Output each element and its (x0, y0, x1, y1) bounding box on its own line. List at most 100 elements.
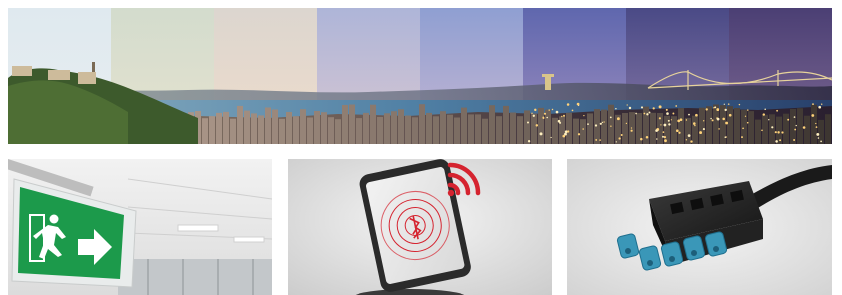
city-light (738, 103, 741, 106)
city-light (781, 131, 784, 134)
city-light (818, 105, 822, 109)
building (587, 113, 593, 144)
emergency-exit-sign-image (8, 159, 272, 295)
city-light (561, 115, 563, 118)
city-light (812, 103, 814, 105)
city-light (668, 123, 671, 126)
city-light (550, 136, 552, 139)
city-light (551, 108, 554, 111)
building (573, 118, 579, 144)
city-light (557, 119, 561, 123)
connector-image (567, 159, 832, 295)
building (272, 109, 278, 144)
building (412, 117, 418, 144)
building (314, 111, 320, 144)
city-light (703, 120, 705, 122)
city-light (609, 116, 612, 119)
city-light (663, 123, 667, 127)
building (503, 105, 509, 144)
city-light (794, 128, 797, 131)
building (762, 114, 768, 144)
smartphone-bluetooth-photo (288, 159, 552, 295)
building (349, 104, 355, 144)
building (321, 112, 327, 144)
building (552, 117, 558, 144)
city-light (675, 105, 678, 107)
city-light (626, 104, 628, 106)
building (699, 107, 705, 144)
city-light (630, 127, 633, 129)
city-light (542, 116, 545, 119)
building (811, 104, 817, 144)
panorama-image (8, 8, 832, 144)
building (531, 113, 537, 144)
city-light (663, 135, 667, 139)
city-light (595, 138, 598, 141)
building (279, 118, 285, 144)
building (797, 108, 803, 144)
city-light (531, 112, 533, 115)
city-light (716, 117, 720, 121)
city-light (652, 107, 655, 110)
city-light (694, 124, 696, 127)
city-light (816, 132, 820, 136)
building (419, 104, 425, 144)
city-light (762, 113, 765, 116)
city-light (577, 133, 581, 136)
city-light (764, 108, 766, 110)
city-light (587, 123, 589, 125)
city-light (716, 108, 720, 112)
building (818, 119, 824, 144)
city-light (741, 136, 743, 139)
city-light (643, 112, 646, 115)
building (671, 116, 677, 144)
city-light (815, 126, 818, 128)
city-light (688, 113, 690, 116)
city-light (616, 117, 620, 121)
building (783, 113, 789, 144)
building (447, 114, 453, 144)
building (398, 109, 404, 144)
city-light (776, 109, 779, 112)
building (601, 109, 607, 144)
building (706, 106, 712, 144)
city-light (583, 114, 585, 117)
building (678, 108, 684, 144)
building (461, 107, 467, 144)
city-light (646, 113, 649, 116)
city-light (666, 112, 669, 115)
building (804, 115, 810, 144)
city-light (672, 112, 675, 115)
city-light (815, 122, 817, 125)
building (776, 116, 782, 144)
city-light (645, 135, 649, 139)
building (741, 109, 747, 144)
city-light (768, 119, 770, 121)
building (209, 116, 215, 144)
building (258, 115, 264, 144)
city-light (628, 106, 632, 110)
building (244, 110, 250, 144)
building (769, 114, 775, 144)
city-light (820, 140, 822, 143)
city-light (640, 106, 644, 109)
city-light (571, 109, 574, 112)
city-light (675, 129, 679, 133)
city-light (724, 136, 727, 138)
building (300, 109, 306, 144)
city-light (620, 133, 623, 137)
city-light (532, 114, 535, 117)
building (216, 112, 222, 144)
city-light (746, 121, 749, 124)
city-light (546, 116, 549, 119)
building (328, 117, 334, 144)
city-light (771, 126, 774, 129)
building (643, 106, 649, 144)
city-light (685, 139, 688, 141)
city-light (603, 121, 605, 123)
city-light (742, 127, 744, 130)
city-light (658, 117, 661, 120)
building (251, 113, 257, 144)
building (440, 111, 446, 144)
city-light (747, 109, 749, 111)
